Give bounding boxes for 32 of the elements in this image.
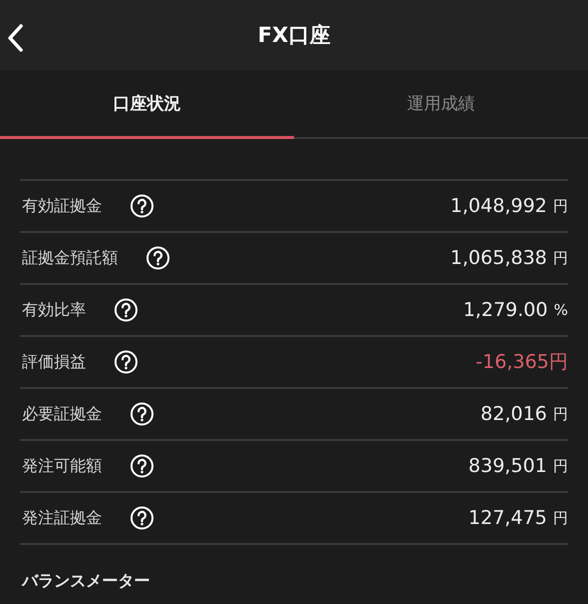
row-label: 評価損益 xyxy=(22,352,86,372)
help-icon[interactable] xyxy=(130,454,154,478)
amount-value: 839,501 xyxy=(468,455,547,477)
unit-label: 円 xyxy=(553,196,568,216)
amount-value: 82,016 xyxy=(480,403,547,425)
help-icon[interactable] xyxy=(130,506,154,530)
tab[interactable]: 運用成績 xyxy=(294,70,588,139)
back-icon[interactable] xyxy=(6,23,24,53)
page-title: FX口座 xyxy=(258,22,330,49)
help-icon[interactable] xyxy=(114,350,138,374)
unit-label: 円 xyxy=(553,248,568,268)
amount-value: -16,365円 xyxy=(476,350,568,375)
row-label: 証拠金預託額 xyxy=(22,248,118,268)
row-label: 必要証拠金 xyxy=(22,404,102,424)
row-label: 有効比率 xyxy=(22,300,86,320)
amount-value: 1,048,992 xyxy=(450,195,547,217)
amount-value: 1,279.00 xyxy=(463,299,548,321)
section-heading: バランスメーター xyxy=(22,571,151,592)
help-icon[interactable] xyxy=(130,194,154,218)
amount-value: 127,475 xyxy=(468,507,547,529)
tab[interactable]: 口座状況 xyxy=(0,70,294,139)
help-icon[interactable] xyxy=(114,298,138,322)
unit-label: % xyxy=(554,301,568,319)
amount-value: 1,065,838 xyxy=(450,247,547,269)
help-icon[interactable] xyxy=(146,246,170,270)
help-icon[interactable] xyxy=(130,402,154,426)
unit-label: 円 xyxy=(553,456,568,476)
row-label: 発注可能額 xyxy=(22,456,102,476)
unit-label: 円 xyxy=(553,508,568,528)
unit-label: 円 xyxy=(553,404,568,424)
row-label: 有効証拠金 xyxy=(22,196,102,216)
row-label: 発注証拠金 xyxy=(22,508,102,528)
